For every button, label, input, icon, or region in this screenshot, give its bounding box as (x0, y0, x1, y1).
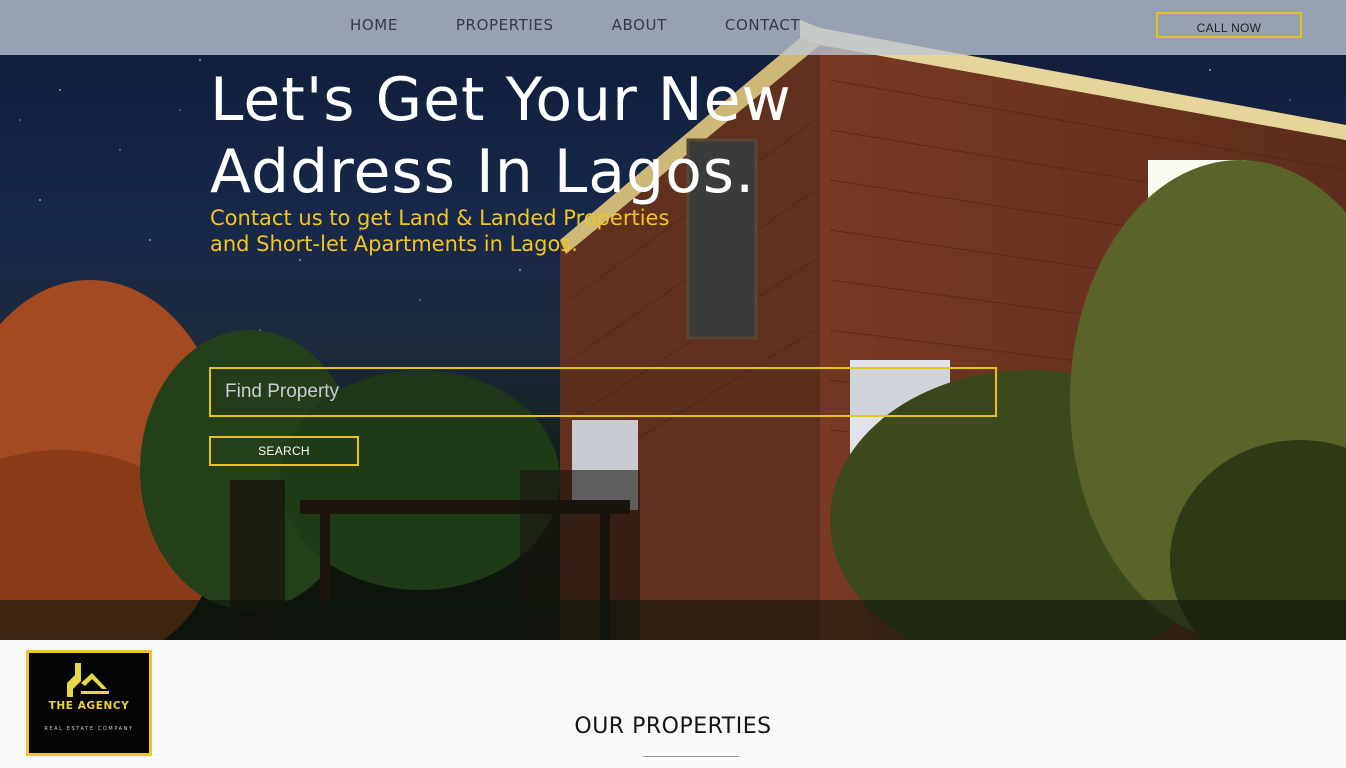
hero-headline-line-1: Let's Get Your New (210, 65, 792, 135)
house-roof-logo-icon (67, 663, 109, 697)
section-divider (643, 756, 739, 757)
find-property-input[interactable] (209, 367, 997, 417)
hero-headline: Let's Get Your New Address In Lagos. (210, 64, 910, 208)
hero-section: HOME PROPERTIES ABOUT CONTACT CALL NOW L… (0, 0, 1346, 640)
properties-section: THE AGENCY REAL ESTATE COMPANY OUR PROPE… (0, 640, 1346, 768)
nav-links: HOME PROPERTIES ABOUT CONTACT (350, 16, 800, 34)
top-navbar: HOME PROPERTIES ABOUT CONTACT CALL NOW (0, 0, 1346, 55)
nav-link-contact[interactable]: CONTACT (725, 16, 800, 34)
the-agency-logo[interactable]: THE AGENCY REAL ESTATE COMPANY (26, 650, 152, 756)
nav-link-properties[interactable]: PROPERTIES (456, 16, 554, 34)
section-title: OUR PROPERTIES (574, 714, 772, 739)
nav-link-about[interactable]: ABOUT (612, 16, 667, 34)
search-button[interactable]: SEARCH (209, 436, 359, 466)
hero-headline-line-2: Address In Lagos. (210, 137, 756, 207)
hero-subheadline: Contact us to get Land & Landed Properti… (210, 206, 670, 256)
logo-title: THE AGENCY (48, 700, 130, 712)
call-now-button[interactable]: CALL NOW (1156, 12, 1302, 38)
page: HOME PROPERTIES ABOUT CONTACT CALL NOW L… (0, 0, 1346, 768)
nav-link-home[interactable]: HOME (350, 16, 398, 34)
